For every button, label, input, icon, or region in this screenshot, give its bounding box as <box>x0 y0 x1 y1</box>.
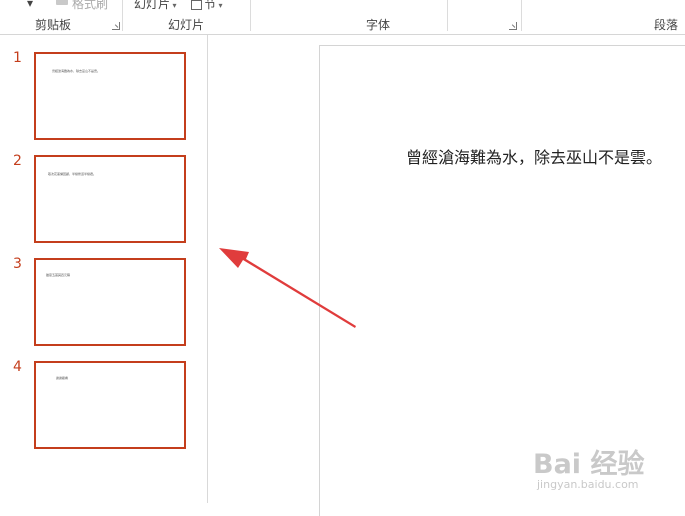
section-label: 节 <box>204 0 217 11</box>
slide-thumbnail-3[interactable]: 離思五首其四元稹 <box>34 258 186 346</box>
thumbnail-text: 取次花叢懶回顧，半緣修道半緣君。 <box>48 172 97 176</box>
paste-dropdown-caret-icon[interactable]: ▾ <box>27 0 33 10</box>
slide-thumbnail-pane[interactable]: 1 曾經滄海難為水，除去巫山不是雲。 2 取次花叢懶回顧，半緣修道半緣君。 3 … <box>0 35 208 503</box>
group-label-slides: 幻灯片 <box>168 18 205 32</box>
baidu-jingyan-watermark: Bai 经验 jingyan.baidu.com <box>533 442 683 500</box>
slide-thumbnail-1[interactable]: 曾經滄海難為水，除去巫山不是雲。 <box>34 52 186 140</box>
slide-text-box[interactable]: 曾經滄海難為水，除去巫山不是雲。 <box>406 144 662 168</box>
ribbon-separator <box>250 0 251 31</box>
section-icon <box>191 0 202 10</box>
group-label-clipboard: 剪贴板 <box>35 18 72 32</box>
slide-number: 4 <box>13 359 22 375</box>
slide-thumbnail-4[interactable]: 謝謝觀看 <box>34 361 186 449</box>
format-painter-icon[interactable] <box>56 0 68 5</box>
slide-number: 1 <box>13 50 22 66</box>
thumbnail-text: 離思五首其四元稹 <box>46 273 71 277</box>
group-label-paragraph: 段落 <box>654 18 679 32</box>
section-button[interactable]: 节 ▾ <box>191 0 223 12</box>
slide-number: 3 <box>13 256 22 272</box>
slide-layout-label: 幻灯片 <box>134 0 171 11</box>
ribbon-separator <box>122 0 123 31</box>
thumbnail-text: 謝謝觀看 <box>56 376 69 380</box>
new-slide-layout-button[interactable]: 幻灯片 ▾ <box>134 0 177 12</box>
ribbon: ▾ 格式刷 幻灯片 ▾ 节 ▾ 剪贴板 幻灯片 字体 段落 <box>0 0 685 35</box>
format-painter-button[interactable]: 格式刷 <box>72 0 108 12</box>
watermark-url: jingyan.baidu.com <box>537 478 639 491</box>
ribbon-separator <box>521 0 522 31</box>
watermark-logo: Bai 经验 <box>533 449 645 480</box>
thumbnail-text: 曾經滄海難為水，除去巫山不是雲。 <box>52 69 101 73</box>
clipboard-dialog-launcher-icon[interactable] <box>112 22 120 30</box>
slide-thumbnail-2[interactable]: 取次花叢懶回顧，半緣修道半緣君。 <box>34 155 186 243</box>
ribbon-separator <box>447 0 448 31</box>
slide-editing-area[interactable]: 曾經滄海難為水，除去巫山不是雲。 <box>208 35 685 516</box>
slide-number: 2 <box>13 153 22 169</box>
group-label-font: 字体 <box>366 18 391 32</box>
font-dialog-launcher-icon[interactable] <box>509 22 517 30</box>
